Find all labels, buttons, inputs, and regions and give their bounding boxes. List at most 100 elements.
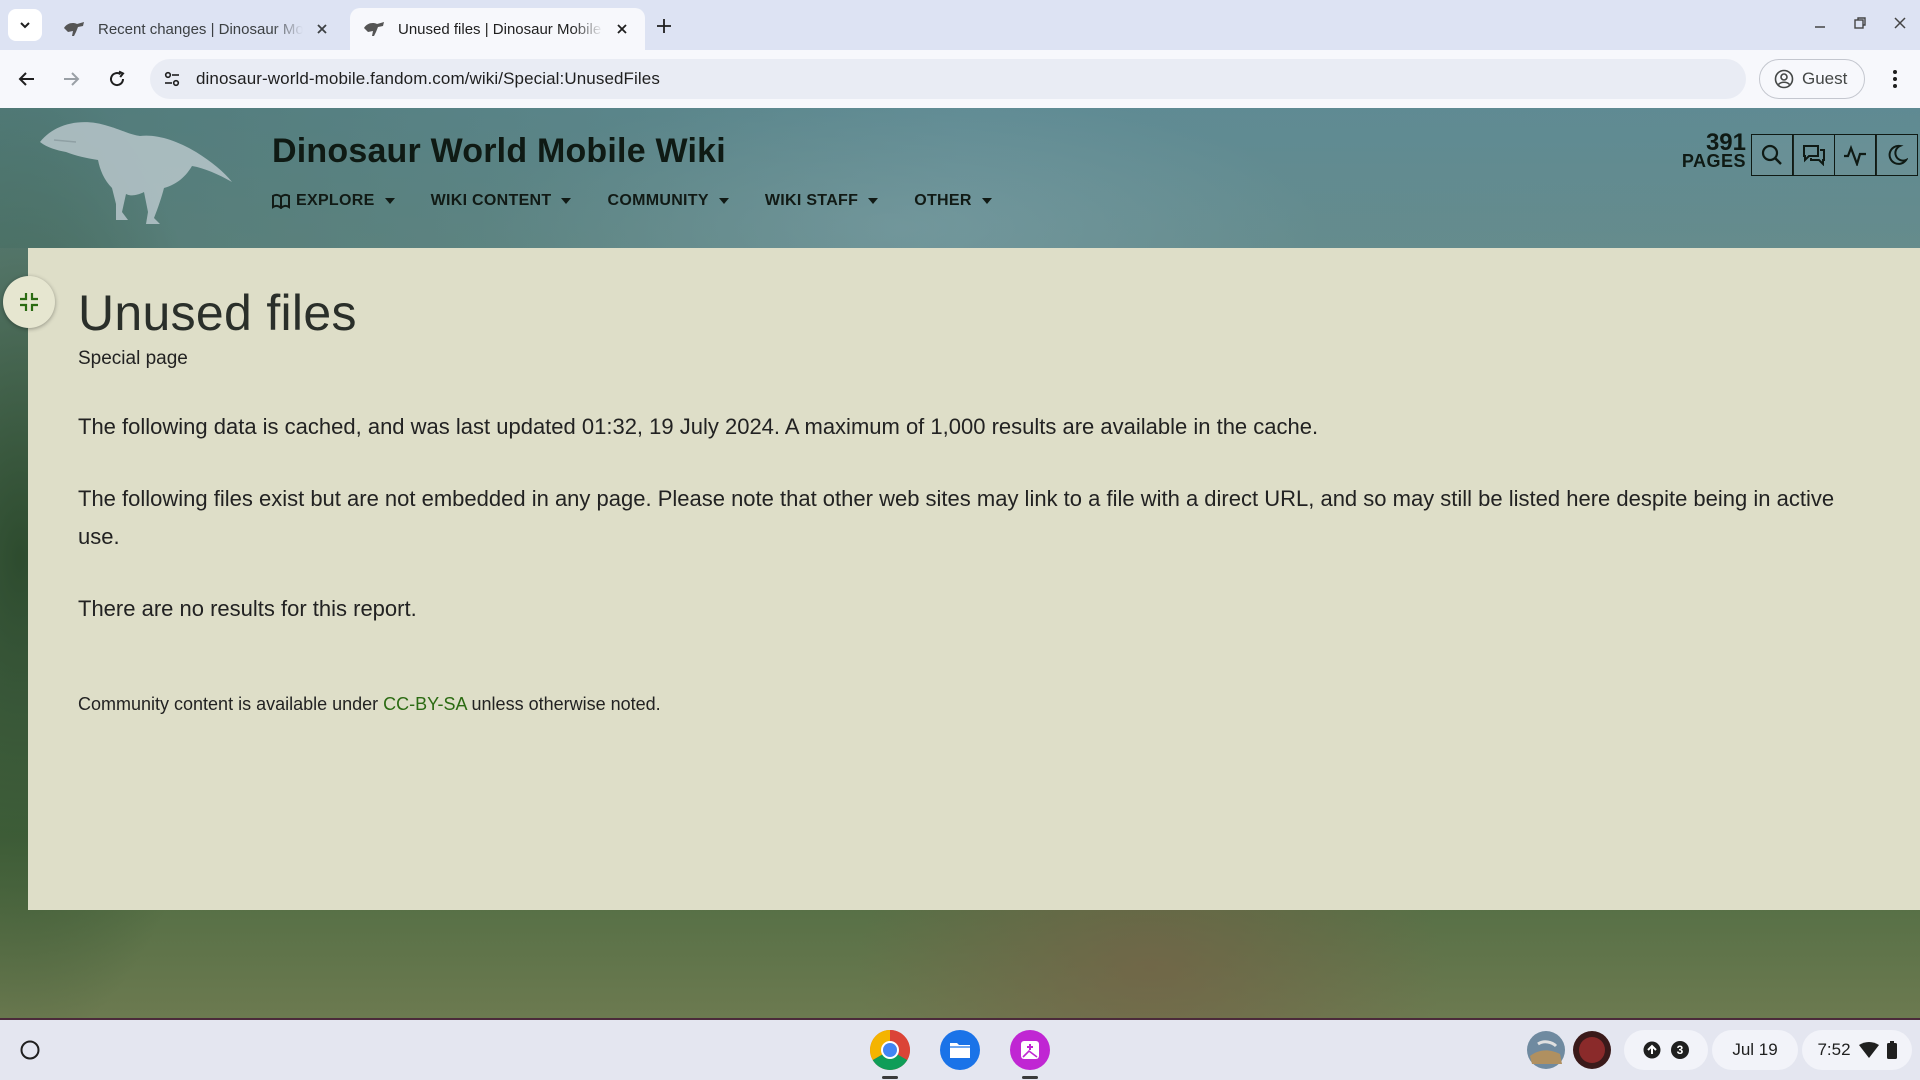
time-text: 7:52: [1817, 1040, 1851, 1059]
chrome-app-icon[interactable]: [868, 1028, 912, 1072]
theme-toggle-button[interactable]: [1875, 134, 1918, 176]
url-text[interactable]: dinosaur-world-mobile.fandom.com/wiki/Sp…: [196, 69, 660, 89]
page-count-label: PAGES: [1681, 151, 1746, 171]
recent-activity-button[interactable]: [1833, 134, 1877, 176]
nav-other[interactable]: OTHER: [914, 192, 992, 210]
nav-label: WIKI STAFF: [764, 192, 859, 209]
book-open-icon: [272, 193, 290, 209]
phone-hub-avatars[interactable]: [1526, 1030, 1612, 1070]
gallery-app-icon[interactable]: [1008, 1028, 1052, 1072]
page-count-number: 391: [1705, 129, 1746, 156]
close-window-button[interactable]: [1885, 10, 1915, 36]
date-tray[interactable]: Jul 19: [1712, 1030, 1798, 1070]
wiki-title[interactable]: Dinosaur World Mobile Wiki: [272, 132, 726, 171]
user-avatar-icon: [1527, 1031, 1611, 1069]
chevron-down-icon: [20, 22, 30, 29]
dinosaur-logo-icon[interactable]: [36, 112, 236, 232]
notifications-tray[interactable]: 3: [1624, 1030, 1708, 1070]
upload-arrow-icon: [1643, 1041, 1661, 1059]
os-shelf: 3 Jul 19 7:52: [0, 1018, 1920, 1080]
nav-wiki-staff[interactable]: WIKI STAFF: [764, 192, 879, 210]
chrome-icon: [870, 1030, 910, 1070]
profile-label: Guest: [1802, 69, 1848, 88]
tab-unused-files[interactable]: Unused files | Dinosaur Mobile Wiki: [350, 8, 645, 50]
restore-icon: [1854, 17, 1866, 29]
license-link[interactable]: CC-BY-SA: [383, 694, 466, 714]
plus-icon: [657, 19, 671, 33]
caret-down-icon: [981, 198, 992, 204]
tab-title: Unused files | Dinosaur Mobile Wiki: [398, 20, 603, 38]
reload-icon: [110, 70, 125, 87]
dino-favicon-icon: [364, 22, 384, 36]
battery-icon: [1886, 1041, 1897, 1059]
search-icon: [1761, 144, 1782, 165]
discussion-bubbles-icon: [1802, 145, 1825, 166]
gallery-icon: [1010, 1030, 1050, 1070]
nav-wiki-content[interactable]: WIKI CONTENT: [431, 192, 572, 210]
profile-button[interactable]: Guest: [1759, 59, 1865, 99]
status-tray[interactable]: 7:52: [1802, 1030, 1912, 1070]
wiki-tools: [1750, 134, 1918, 176]
more-vertical-icon: [1893, 70, 1897, 88]
collapse-arrows-icon: [20, 293, 38, 311]
moon-icon: [1888, 144, 1908, 165]
activity-icon: [1844, 144, 1866, 166]
caret-down-icon: [384, 198, 395, 204]
wiki-header-background: [0, 108, 1920, 248]
nav-label: WIKI CONTENT: [430, 192, 552, 209]
caret-down-icon: [561, 198, 572, 204]
discussions-button[interactable]: [1792, 134, 1835, 176]
arrow-right-icon: [64, 72, 80, 86]
content-card: [28, 248, 1920, 910]
running-indicator: [1022, 1076, 1038, 1079]
page-count: 391 PAGES: [1680, 129, 1746, 171]
running-indicator: [882, 1076, 898, 1079]
page-subtitle: Special page: [78, 348, 188, 369]
nav-label: OTHER: [914, 192, 972, 209]
cache-notice: The following data is cached, and was la…: [78, 414, 1319, 439]
nav-label: EXPLORE: [296, 192, 375, 209]
nav-explore[interactable]: EXPLORE: [272, 192, 395, 210]
nav-label: COMMUNITY: [607, 192, 709, 209]
close-icon: [1894, 17, 1906, 29]
account-circle-icon: [1774, 69, 1794, 89]
restore-button[interactable]: [1845, 10, 1875, 36]
caret-down-icon: [868, 198, 879, 204]
tab-search-button[interactable]: [8, 9, 42, 41]
close-icon[interactable]: [311, 18, 333, 40]
license-notice: Community content is available under CC-…: [78, 694, 661, 715]
notification-count-badge: 3: [1671, 1041, 1689, 1059]
tab-title: Recent changes | Dinosaur Mobile Wiki: [98, 20, 303, 38]
close-icon[interactable]: [611, 18, 633, 40]
notification-count: 3: [1676, 1043, 1684, 1057]
address-bar[interactable]: dinosaur-world-mobile.fandom.com/wiki/Sp…: [150, 59, 1746, 99]
wiki-page: Dinosaur World Mobile Wiki EXPLORE WIKI …: [0, 108, 1920, 1018]
back-button[interactable]: [10, 62, 44, 96]
new-tab-button[interactable]: [650, 12, 678, 40]
files-icon: [940, 1030, 980, 1070]
collapse-toggle-button[interactable]: [3, 276, 55, 328]
wiki-navigation: EXPLORE WIKI CONTENT COMMUNITY WIKI STAF…: [272, 192, 992, 210]
browser-toolbar: dinosaur-world-mobile.fandom.com/wiki/Sp…: [0, 50, 1920, 108]
license-suffix: unless otherwise noted.: [466, 694, 661, 714]
tab-recent-changes[interactable]: Recent changes | Dinosaur Mobile Wiki: [50, 8, 345, 50]
search-button[interactable]: [1750, 134, 1794, 176]
launcher-button[interactable]: [14, 1034, 46, 1066]
nav-community[interactable]: COMMUNITY: [607, 192, 729, 210]
no-results-message: There are no results for this report.: [78, 596, 417, 621]
license-prefix: Community content is available under: [78, 694, 384, 714]
description-paragraph: The following files exist but are not em…: [78, 486, 1835, 549]
forward-button[interactable]: [54, 62, 88, 96]
dino-favicon-icon: [64, 22, 84, 36]
launcher-circle-icon: [20, 1040, 40, 1060]
date-text: Jul 19: [1732, 1040, 1778, 1059]
minimize-button[interactable]: [1805, 10, 1835, 36]
site-info-icon[interactable]: [152, 59, 192, 99]
tab-strip: Recent changes | Dinosaur Mobile Wiki Un…: [0, 0, 1920, 50]
wifi-icon: [1858, 1042, 1879, 1058]
caret-down-icon: [718, 198, 729, 204]
browser-menu-button[interactable]: [1878, 62, 1912, 96]
files-app-icon[interactable]: [938, 1028, 982, 1072]
arrow-left-icon: [18, 72, 34, 86]
reload-button[interactable]: [100, 62, 134, 96]
